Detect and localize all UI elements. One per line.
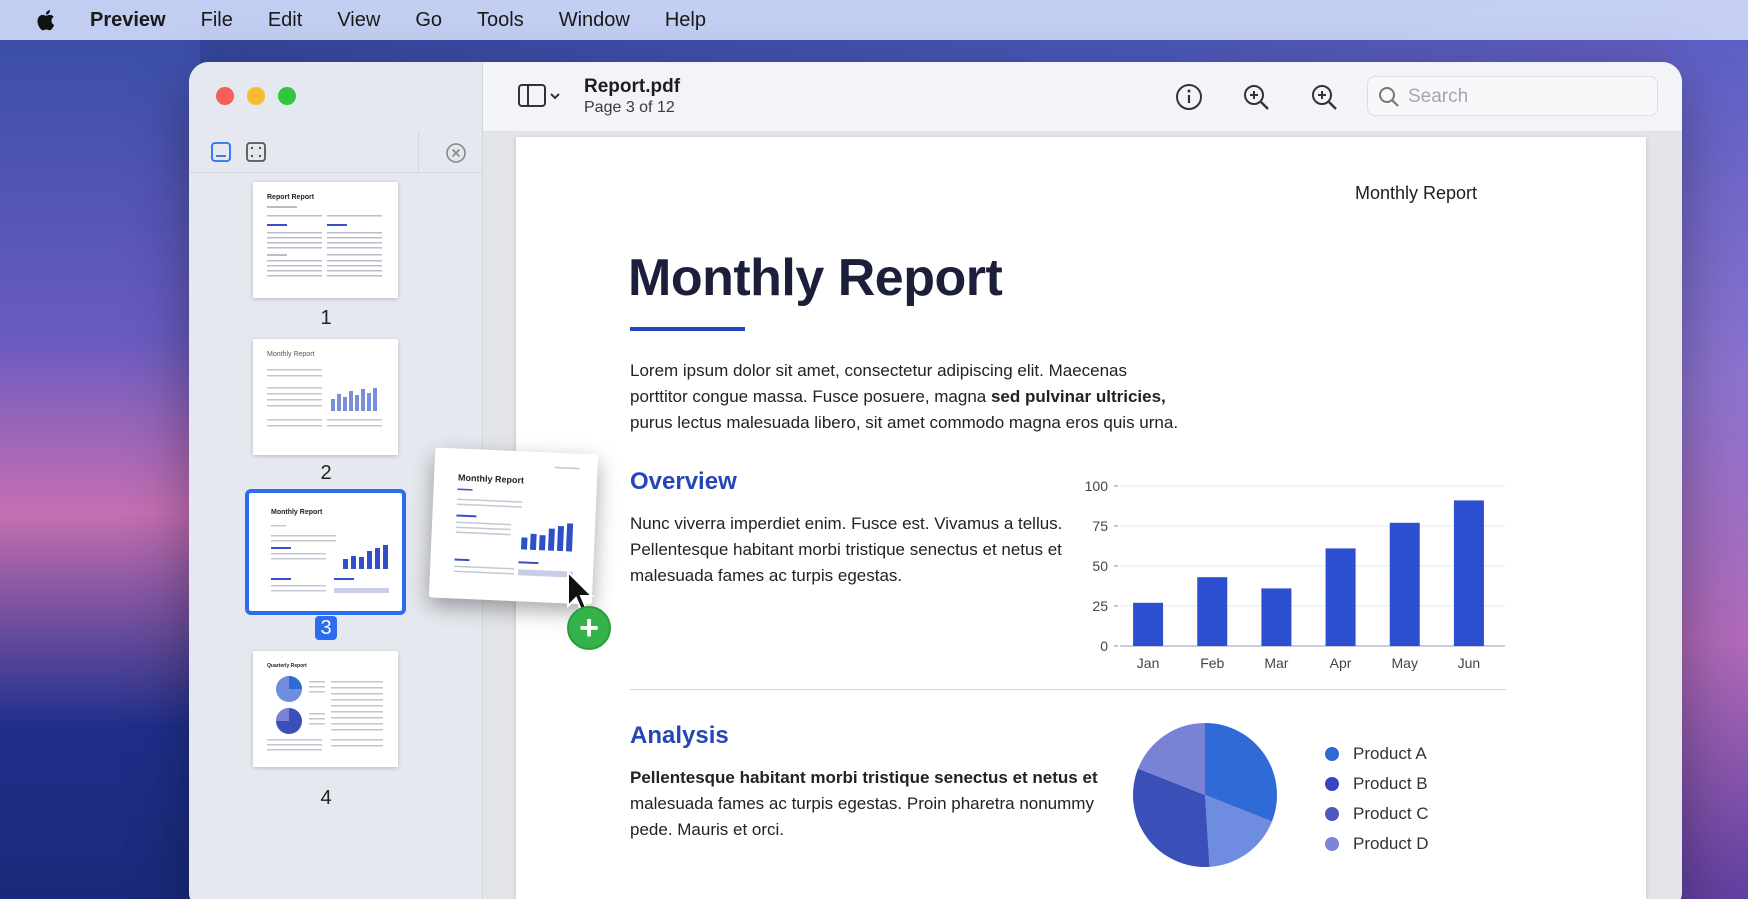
search-icon — [1378, 86, 1400, 108]
zoom-window-button[interactable] — [278, 87, 296, 105]
analysis-line: pede. Mauris et orci. — [630, 820, 785, 839]
overview-line: malesuada fames ac turpis egestas. — [630, 566, 903, 585]
monthly-bar-chart: 0 25 50 75 100 Jan Feb Mar Apr May Jun — [1085, 478, 1505, 671]
overview-line: Nunc viverra imperdiet enim. Fusce est. … — [630, 514, 1063, 533]
zoom-in-icon[interactable] — [1309, 82, 1339, 112]
x-tick-label: Jun — [1458, 655, 1481, 671]
legend-label: Product C — [1353, 804, 1429, 823]
legend-label: Product B — [1353, 774, 1428, 793]
menu-file[interactable]: File — [201, 9, 233, 32]
add-copy-plus-icon: + — [567, 606, 611, 650]
page-indicator: Page 3 of 12 — [584, 99, 675, 116]
menu-view[interactable]: View — [337, 9, 380, 32]
page-thumbnail-1[interactable]: Report Report — [253, 182, 398, 298]
bar-may — [1389, 522, 1420, 646]
page-thumbnail-3-selected[interactable]: Monthly Report — [245, 489, 406, 615]
apple-icon[interactable] — [36, 7, 58, 33]
bar-jun — [1453, 500, 1484, 646]
search-input[interactable] — [1408, 83, 1638, 111]
legend-label: Product D — [1353, 834, 1429, 853]
contact-sheet-icon[interactable] — [245, 141, 267, 163]
intro-line: Lorem ipsum dolor sit amet, consectetur … — [630, 361, 1128, 380]
x-tick-label: Apr — [1330, 655, 1352, 671]
analysis-line: malesuada fames ac turpis egestas. Proin… — [630, 794, 1094, 813]
sidebar-divider — [418, 131, 419, 173]
page-thumbnail-4[interactable]: Quarterly Report — [253, 651, 398, 767]
overview-line: Pellentesque habitant morbi tristique se… — [630, 540, 1062, 559]
legend-swatch — [1325, 777, 1339, 791]
legend-swatch — [1325, 747, 1339, 761]
page-title: Monthly Report — [628, 249, 1003, 307]
analysis-paragraph: Pellentesque habitant morbi tristique se… — [630, 765, 1098, 843]
search-field[interactable] — [1367, 76, 1658, 116]
thumbnails-view-icon[interactable] — [210, 141, 232, 163]
close-window-button[interactable] — [216, 87, 234, 105]
y-tick-label: 100 — [1085, 478, 1109, 494]
intro-line: purus lectus malesuada libero, sit amet … — [630, 413, 1179, 432]
y-tick-label: 75 — [1092, 518, 1108, 534]
page-number: 1 — [320, 307, 332, 329]
x-tick-label: Feb — [1200, 655, 1224, 671]
document-title: Report.pdf — [584, 76, 681, 97]
legend-item: Product A — [1325, 744, 1427, 764]
legend-label: Product A — [1353, 744, 1427, 763]
bold-text: Pellentesque habitant morbi tristique se… — [630, 768, 1098, 787]
bar-mar — [1261, 588, 1292, 646]
legend-item: Product B — [1325, 774, 1428, 794]
title-underline — [630, 327, 745, 331]
minimize-window-button[interactable] — [247, 87, 265, 105]
running-header: Monthly Report — [1355, 183, 1478, 203]
legend-item: Product D — [1325, 834, 1429, 854]
menu-window[interactable]: Window — [559, 9, 630, 32]
bar-feb — [1197, 577, 1228, 646]
bold-text: sed pulvinar ultricies, — [990, 387, 1166, 406]
intro-paragraph: Lorem ipsum dolor sit amet, consectetur … — [630, 358, 1178, 436]
product-pie-chart — [1133, 723, 1277, 867]
main-toolbar: Report.pdf Page 3 of 12 — [483, 62, 1682, 132]
bar-apr — [1325, 548, 1356, 646]
sidebar-toggle-icon[interactable] — [518, 82, 564, 110]
analysis-heading: Analysis — [630, 722, 729, 749]
overview-paragraph: Nunc viverra imperdiet enim. Fusce est. … — [630, 511, 1062, 589]
menu-go[interactable]: Go — [415, 9, 442, 32]
page-number: 2 — [320, 462, 332, 484]
bar-jan — [1133, 602, 1164, 646]
y-tick-label: 50 — [1092, 558, 1108, 574]
section-divider — [630, 689, 1506, 690]
analysis-line: Pellentesque habitant morbi tristique se… — [630, 765, 1098, 791]
x-tick-label: Jan — [1137, 655, 1160, 671]
legend-swatch — [1325, 807, 1339, 821]
menu-preview[interactable]: Preview — [90, 9, 166, 32]
page-number-selected: 3 — [315, 616, 337, 640]
menu-bar: Preview File Edit View Go Tools Window H… — [0, 0, 1748, 40]
menu-help[interactable]: Help — [665, 9, 706, 32]
wallpaper-left — [0, 40, 200, 899]
x-tick-label: May — [1392, 655, 1418, 671]
sidebar-toolbar — [189, 131, 483, 173]
close-sidebar-icon[interactable] — [445, 142, 467, 164]
menu-edit[interactable]: Edit — [268, 9, 302, 32]
traffic-lights — [216, 87, 296, 105]
zoom-out-icon[interactable] — [1241, 82, 1271, 112]
menu-tools[interactable]: Tools — [477, 9, 524, 32]
x-tick-label: Mar — [1264, 655, 1288, 671]
legend-item: Product C — [1325, 804, 1429, 824]
y-tick-label: 0 — [1100, 638, 1108, 654]
intro-line: porttitor congue massa. Fusce posuere, m… — [630, 387, 1166, 406]
y-tick-label: 25 — [1092, 598, 1108, 614]
page-thumbnail-2[interactable]: Monthly Report — [253, 339, 398, 455]
info-icon[interactable] — [1174, 82, 1204, 112]
overview-heading: Overview — [630, 468, 737, 495]
page-number: 4 — [320, 787, 332, 809]
legend-swatch — [1325, 837, 1339, 851]
